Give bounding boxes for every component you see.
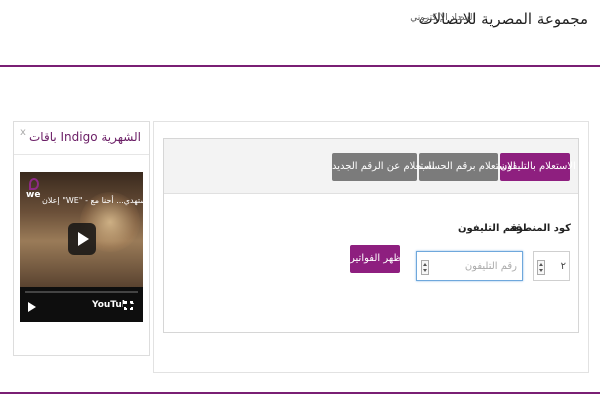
video-thumbnail: we إعلان "WE" - استهدي... أحنا مع [20,172,143,287]
video-caption: إعلان "WE" - استهدي... أحنا مع [42,196,143,205]
area-code-input[interactable] [548,258,566,274]
play-icon [78,232,89,246]
page-subtitle: السداد الإلكتروني [410,13,475,23]
header-divider [0,65,600,67]
close-icon[interactable]: x [20,127,26,138]
inquiry-panel: الاستعلام بالتليفون الاستعلام برقم الحسا… [163,138,579,333]
promo-sidebar: x باقات Indigo الشهرية we إعلان "WE" - ا… [13,121,150,356]
main-panel: الاستعلام بالتليفون الاستعلام برقم الحسا… [153,121,589,373]
footer-divider [0,392,600,394]
tab-new-number-inquiry[interactable]: استعلام عن الرقم الجديد [332,153,435,181]
phone-spinner-icon[interactable] [421,260,429,275]
tabs-bar: الاستعلام بالتليفون الاستعلام برقم الحسا… [164,139,578,194]
control-play-icon[interactable] [28,302,36,312]
show-bills-button[interactable]: اظهر الفواتير [350,245,404,273]
we-logo-icon [29,178,39,190]
video-player[interactable]: we إعلان "WE" - استهدي... أحنا مع YouTub… [20,172,143,322]
sidebar-title: باقات Indigo الشهرية [29,130,141,144]
fullscreen-icon[interactable] [123,300,134,311]
spinner-icon[interactable] [537,260,545,275]
phone-field[interactable] [416,251,523,281]
phone-input[interactable] [433,258,517,274]
we-brand-label: we [26,190,41,200]
video-controls: YouTube [20,287,143,322]
video-progress[interactable] [25,291,138,293]
phone-label: رقم التليفون [457,223,523,234]
sidebar-header: x باقات Indigo الشهرية [14,122,149,155]
area-code-field[interactable] [533,251,570,281]
play-button[interactable] [68,223,96,255]
